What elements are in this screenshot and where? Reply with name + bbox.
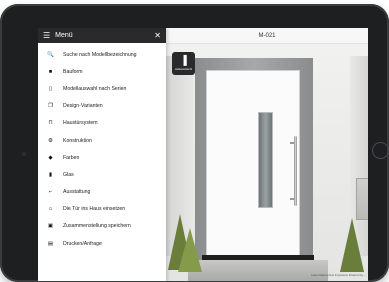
menu-title: Menü bbox=[55, 32, 73, 39]
close-icon[interactable]: ✕ bbox=[154, 31, 161, 40]
menu-item-label: Die Tür ins Haus einsetzen bbox=[63, 206, 126, 213]
menu-item-label: Zusammenstellung speichern bbox=[63, 223, 131, 230]
menu-item-label: Konstruktion bbox=[63, 137, 92, 144]
hamburger-icon[interactable]: ☰ bbox=[43, 31, 50, 40]
entrance-step bbox=[188, 260, 328, 281]
menu-item-label: Ausstattung bbox=[63, 189, 91, 196]
copy-icon: ❐ bbox=[48, 103, 53, 110]
plant-right bbox=[340, 218, 364, 272]
model-bar: M-021 bbox=[166, 28, 368, 44]
menu-item-label: Bauform bbox=[63, 68, 83, 75]
footer-links[interactable]: Laden Datenschutz Impressum Powered by .… bbox=[248, 274, 366, 277]
square-icon: ■ bbox=[48, 68, 53, 75]
menu-item-print[interactable]: ▤ Drucken/Anfrage bbox=[38, 235, 166, 252]
tablet-device: M-021 ▐ Außenansicht Laden Datenschutz I… bbox=[0, 4, 389, 282]
menu-item-construction[interactable]: ⚙ Konstruktion bbox=[38, 132, 166, 149]
door-glass-strip bbox=[258, 112, 273, 208]
menu-item-label: Modellauswahl nach Serien bbox=[63, 85, 127, 92]
door-handle-bar bbox=[294, 136, 297, 206]
menu-item-label: Haustürsystem bbox=[63, 120, 98, 127]
menu-list: 🔍 Suche nach Modellbezeichnung ■ Bauform… bbox=[38, 43, 166, 252]
menu-item-label: Drucken/Anfrage bbox=[63, 240, 102, 247]
print-icon: ▤ bbox=[47, 240, 54, 247]
menu-item-label: Design-Varianten bbox=[63, 103, 103, 110]
door-outline-icon: ▯ bbox=[48, 85, 53, 92]
menu-item-save[interactable]: ▣ Zusammenstellung speichern bbox=[38, 218, 166, 235]
home-button[interactable] bbox=[372, 142, 389, 159]
menu-item-insert-door[interactable]: ⌂ Die Tür ins Haus einsetzen bbox=[38, 201, 166, 218]
camera-icon bbox=[22, 152, 26, 156]
front-door[interactable] bbox=[206, 70, 300, 258]
menu-item-door-system[interactable]: ⊓ Haustürsystem bbox=[38, 115, 166, 132]
menu-item-equipment[interactable]: ⌐ Ausstattung bbox=[38, 184, 166, 201]
menu-header: ☰ Menü ✕ bbox=[38, 28, 166, 43]
save-icon: ▣ bbox=[47, 223, 54, 230]
menu-item-bauform[interactable]: ■ Bauform bbox=[38, 63, 166, 80]
glass-pane-icon: ▮ bbox=[48, 171, 53, 178]
model-name: M-021 bbox=[258, 32, 276, 39]
menu-item-glass[interactable]: ▮ Glas bbox=[38, 166, 166, 183]
door-icon: ▐ bbox=[180, 55, 187, 65]
handle-icon: ⌐ bbox=[48, 189, 53, 196]
menu-item-label: Glas bbox=[63, 171, 74, 178]
house-icon: ⌂ bbox=[48, 206, 53, 213]
app-screen: M-021 ▐ Außenansicht Laden Datenschutz I… bbox=[38, 28, 368, 281]
search-icon: 🔍 bbox=[47, 51, 54, 58]
exterior-view-button[interactable]: ▐ Außenansicht bbox=[172, 52, 195, 75]
menu-item-series[interactable]: ▯ Modellauswahl nach Serien bbox=[38, 80, 166, 97]
menu-item-design[interactable]: ❐ Design-Varianten bbox=[38, 98, 166, 115]
menu-item-label: Suche nach Modellbezeichnung bbox=[63, 51, 137, 58]
menu-item-colors[interactable]: ◆ Farben bbox=[38, 149, 166, 166]
exterior-view-label: Außenansicht bbox=[174, 67, 193, 71]
paint-bucket-icon: ◆ bbox=[48, 154, 53, 161]
frame-icon: ⊓ bbox=[48, 120, 53, 127]
menu-item-label: Farben bbox=[63, 154, 80, 161]
mailbox bbox=[356, 178, 368, 220]
gear-icon: ⚙ bbox=[48, 137, 53, 144]
menu-item-search[interactable]: 🔍 Suche nach Modellbezeichnung bbox=[38, 46, 166, 63]
menu-panel: ☰ Menü ✕ 🔍 Suche nach Modellbezeichnung … bbox=[38, 28, 166, 281]
plant-left-2 bbox=[178, 228, 202, 272]
